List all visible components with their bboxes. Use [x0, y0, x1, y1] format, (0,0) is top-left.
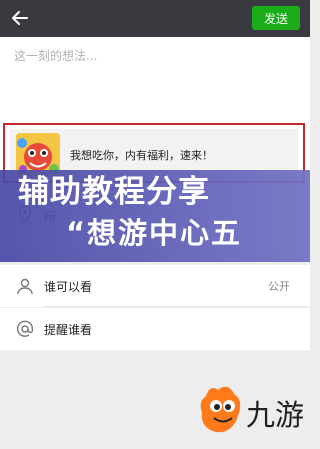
send-button[interactable]: 发送: [252, 6, 300, 30]
row-divider: [44, 306, 310, 307]
visibility-row[interactable]: 谁可以看 公开: [0, 265, 310, 307]
visibility-label: 谁可以看: [44, 280, 93, 294]
remind-row[interactable]: 提醒谁看: [0, 308, 310, 350]
banner-title-line2: “想游中心五: [66, 216, 243, 250]
post-text-input[interactable]: 这一刻的想法...: [14, 47, 97, 64]
person-icon: [17, 278, 33, 295]
visibility-value: 公开: [268, 280, 290, 293]
at-sign-icon: [16, 320, 34, 337]
remind-label: 提醒谁看: [44, 323, 93, 337]
promo-banner: 辅助教程分享 “想游中心五: [0, 170, 310, 262]
back-arrow-icon[interactable]: [8, 6, 32, 30]
top-bar: 发送: [0, 0, 310, 37]
watermark-text: 九游: [246, 398, 305, 432]
banner-title-line1: 辅助教程分享: [18, 174, 210, 210]
